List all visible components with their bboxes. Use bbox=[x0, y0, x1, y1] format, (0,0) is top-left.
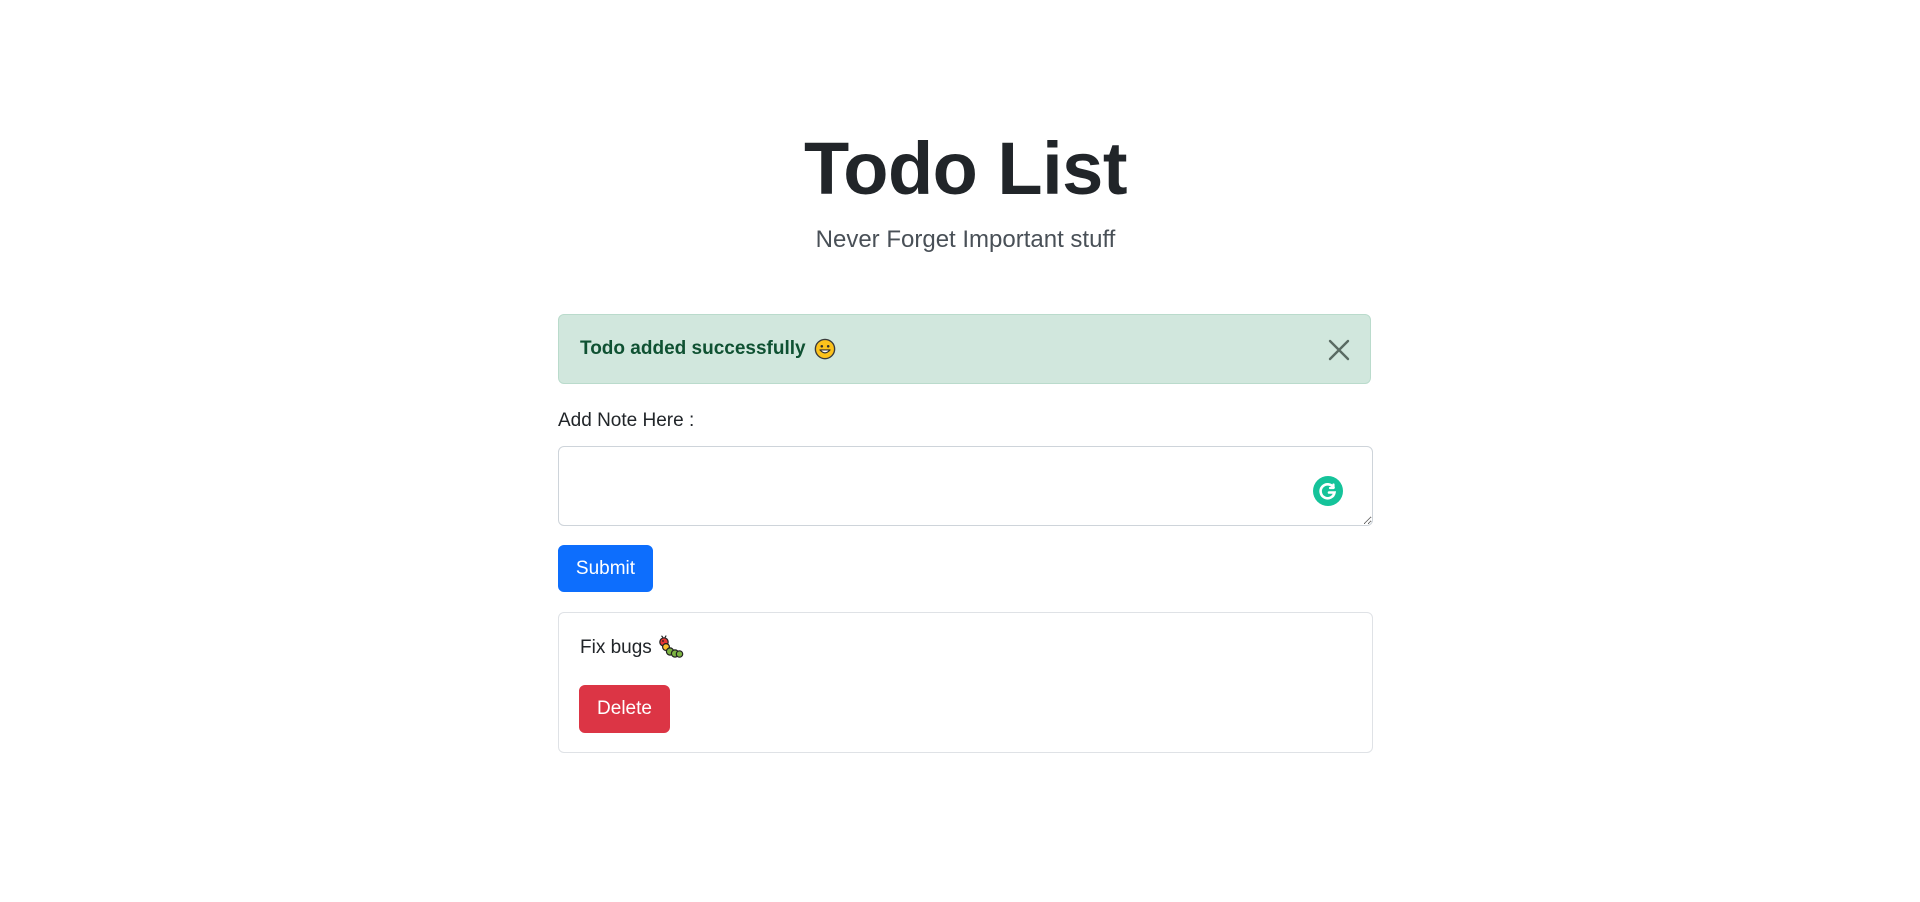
page-header: Todo List Never Forget Important stuff bbox=[558, 0, 1373, 256]
caterpillar-bug-icon bbox=[659, 635, 684, 658]
close-icon[interactable] bbox=[1326, 337, 1352, 363]
todo-item-text: Fix bugs bbox=[580, 635, 684, 661]
page-title: Todo List bbox=[804, 127, 1127, 210]
grammarly-icon[interactable] bbox=[1313, 476, 1343, 506]
grinning-face-icon bbox=[814, 338, 835, 360]
todo-item-label: Fix bugs bbox=[580, 637, 652, 658]
note-textarea[interactable] bbox=[558, 446, 1373, 526]
note-field-wrapper bbox=[558, 446, 1373, 526]
alert-message: Todo added successfully bbox=[580, 338, 806, 359]
page-subtitle: Never Forget Important stuff bbox=[815, 226, 1116, 253]
note-label: Add Note Here : bbox=[558, 410, 695, 431]
main-container: Todo List Never Forget Important stuff T… bbox=[558, 0, 1373, 753]
todo-card: Fix bugs Delete bbox=[558, 612, 1373, 753]
submit-button[interactable]: Submit bbox=[558, 545, 653, 592]
success-alert: Todo added successfully bbox=[558, 314, 1371, 384]
delete-button[interactable]: Delete bbox=[579, 685, 670, 733]
